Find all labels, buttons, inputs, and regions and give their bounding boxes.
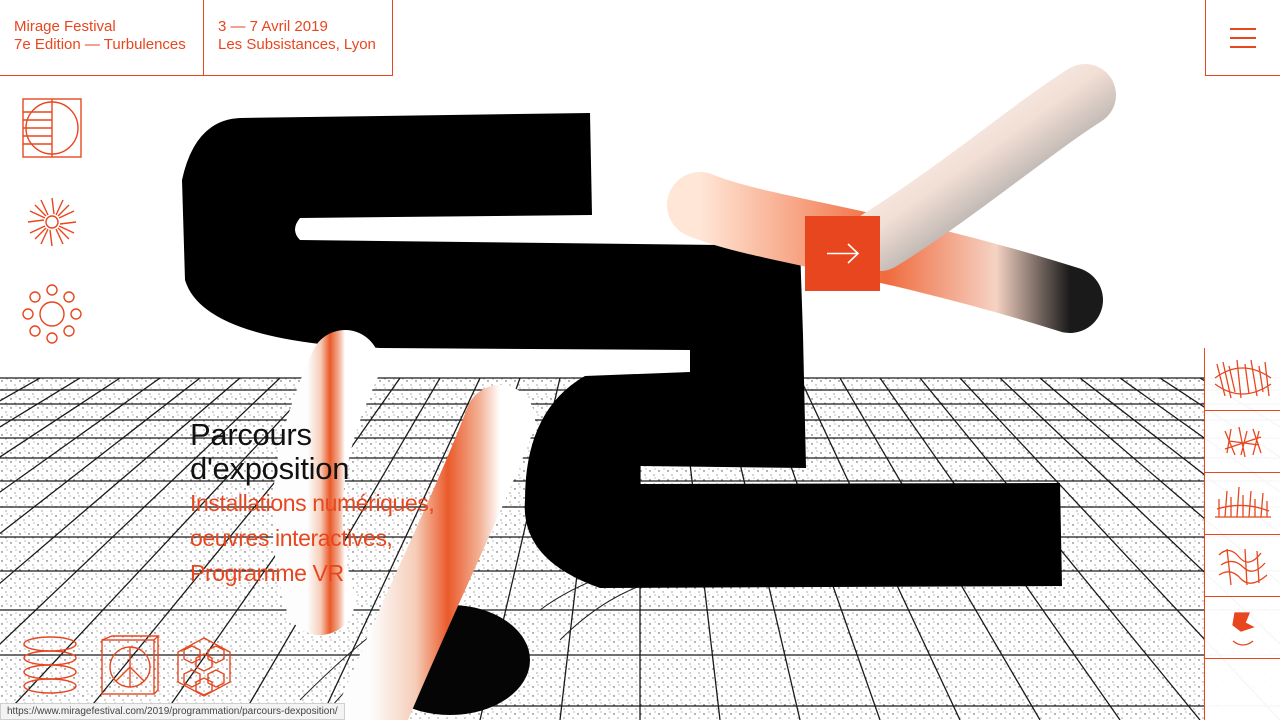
arrow-right-icon (827, 243, 860, 264)
hero-artwork (0, 64, 1280, 720)
scribble-pattern-3-icon[interactable] (1205, 472, 1280, 534)
hero-subtitle-line2: oeuvres interactives, (190, 525, 393, 551)
festival-venue: Les Subsistances, Lyon (218, 36, 376, 53)
scribble-pattern-4-icon[interactable] (1205, 534, 1280, 596)
circle-grid-icon[interactable] (20, 96, 84, 160)
hamburger-menu-icon[interactable] (1230, 28, 1256, 48)
status-url: https://www.miragefestival.com/2019/prog… (0, 703, 345, 720)
right-rail-nav (1204, 348, 1280, 720)
top-bar: Mirage Festival 7e Edition — Turbulences… (0, 0, 1280, 76)
next-arrow-button[interactable] (805, 216, 880, 291)
festival-dates: 3 — 7 Avril 2019 (218, 18, 328, 35)
hero-title-line2[interactable]: d'exposition (190, 452, 434, 486)
dates-venue-cell: 3 — 7 Avril 2019 Les Subsistances, Lyon (203, 0, 393, 76)
hero-subtitle-line3: Programme VR (190, 560, 344, 586)
menu-cell[interactable] (1205, 0, 1280, 76)
festival-info-cell[interactable]: Mirage Festival 7e Edition — Turbulences (0, 0, 204, 76)
festival-edition: 7e Edition — Turbulences (14, 36, 186, 53)
spiral-burst-icon[interactable] (20, 190, 84, 254)
scribble-pattern-2-icon[interactable] (1205, 410, 1280, 472)
hero-headline[interactable]: Parcours d'exposition Installations numé… (190, 418, 435, 591)
hexagon-cluster-icon[interactable] (172, 634, 236, 700)
scribble-pattern-5-icon[interactable] (1205, 596, 1280, 658)
hero-subtitle-line1: Installations numériques, (190, 490, 435, 516)
rail-bottom-cell (1205, 658, 1280, 720)
stacked-rings-icon[interactable] (18, 634, 82, 700)
scribble-pattern-1-icon[interactable] (1205, 348, 1280, 410)
cube-peace-icon[interactable] (98, 634, 162, 700)
hero-title-line1[interactable]: Parcours (190, 418, 434, 452)
ring-of-circles-icon[interactable] (20, 282, 84, 346)
festival-name[interactable]: Mirage Festival (14, 18, 186, 36)
